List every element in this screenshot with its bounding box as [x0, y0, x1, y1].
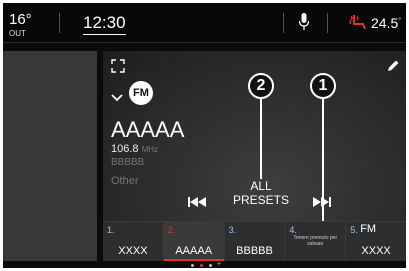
edit-icon[interactable]	[387, 59, 400, 77]
all-presets-button[interactable]: ALL PRESETS	[223, 179, 299, 207]
rds-text: BBBBB	[111, 157, 145, 168]
preset-number: 5.	[350, 225, 358, 235]
page-indicator[interactable]: +	[3, 261, 406, 268]
preset-4[interactable]: 4. Tenere premuto per salvare	[285, 222, 347, 261]
preset-3[interactable]: 3. BBBBB	[225, 222, 286, 261]
preset-2[interactable]: 2. AAAAA	[163, 222, 225, 261]
frequency-unit: MHz	[141, 145, 159, 154]
callout-2-line	[260, 95, 262, 179]
chevron-down-icon[interactable]	[111, 89, 123, 107]
add-page-icon[interactable]: +	[217, 261, 221, 268]
band-badge[interactable]: FM	[129, 81, 153, 105]
outside-temp-value: 16°	[9, 11, 32, 28]
heated-seat-icon[interactable]	[348, 13, 368, 36]
page-dot-active	[199, 263, 203, 267]
clock[interactable]: 12:30	[83, 13, 126, 35]
preset-name: XXXX	[361, 245, 391, 257]
preset-number: 3.	[228, 225, 237, 235]
preset-number: 2.	[167, 225, 176, 235]
preset-save-hint: Tenere premuto per salvare	[293, 235, 338, 247]
preset-number: 1.	[107, 225, 115, 235]
page-dot	[190, 263, 194, 267]
divider	[59, 13, 60, 33]
preset-1[interactable]: 1. XXXX	[103, 222, 164, 261]
microphone-icon[interactable]	[298, 13, 310, 36]
outside-temperature: 16° OUT	[9, 11, 32, 38]
preset-name: AAAAA	[175, 245, 213, 257]
page-dot	[208, 263, 212, 267]
set-temperature[interactable]: 24.5°	[371, 15, 401, 31]
preset-5[interactable]: 5. FM XXXX	[346, 222, 406, 261]
radio-panel: FM AAAAA 106.8 MHz BBBBB Other 2 ALL PRE…	[103, 51, 406, 261]
divider	[283, 13, 284, 33]
set-temp-unit: °	[398, 17, 402, 25]
all-presets-line1: ALL	[250, 179, 272, 193]
preset-name: XXXX	[118, 245, 148, 257]
all-presets-line2: PRESETS	[232, 193, 289, 207]
side-panel[interactable]	[3, 51, 97, 261]
set-temp-value: 24.5	[371, 15, 399, 31]
frequency: 106.8 MHz	[111, 143, 158, 155]
frequency-value: 106.8	[111, 143, 139, 155]
genre: Other	[111, 175, 139, 187]
preset-number: 4.	[289, 225, 297, 235]
divider	[327, 13, 328, 33]
presets-bar: 1. XXXX 2. AAAAA 3. BBBBB 4. Tenere prem…	[103, 221, 406, 261]
seek-back-icon[interactable]	[188, 195, 206, 213]
status-bar: 16° OUT 12:30 24.5°	[3, 3, 406, 43]
expand-icon[interactable]	[111, 59, 125, 78]
outside-temp-label: OUT	[9, 29, 26, 38]
preset-band: FM	[360, 223, 377, 235]
station-name: AAAAA	[111, 117, 185, 142]
callout-1: 1	[310, 73, 336, 99]
infotainment-screen: 16° OUT 12:30 24.5° FM AAAAA 106.8 MHz B…	[3, 3, 406, 268]
preset-name: BBBBB	[236, 245, 273, 257]
callout-2: 2	[248, 73, 274, 99]
callout-1-line	[322, 95, 324, 225]
